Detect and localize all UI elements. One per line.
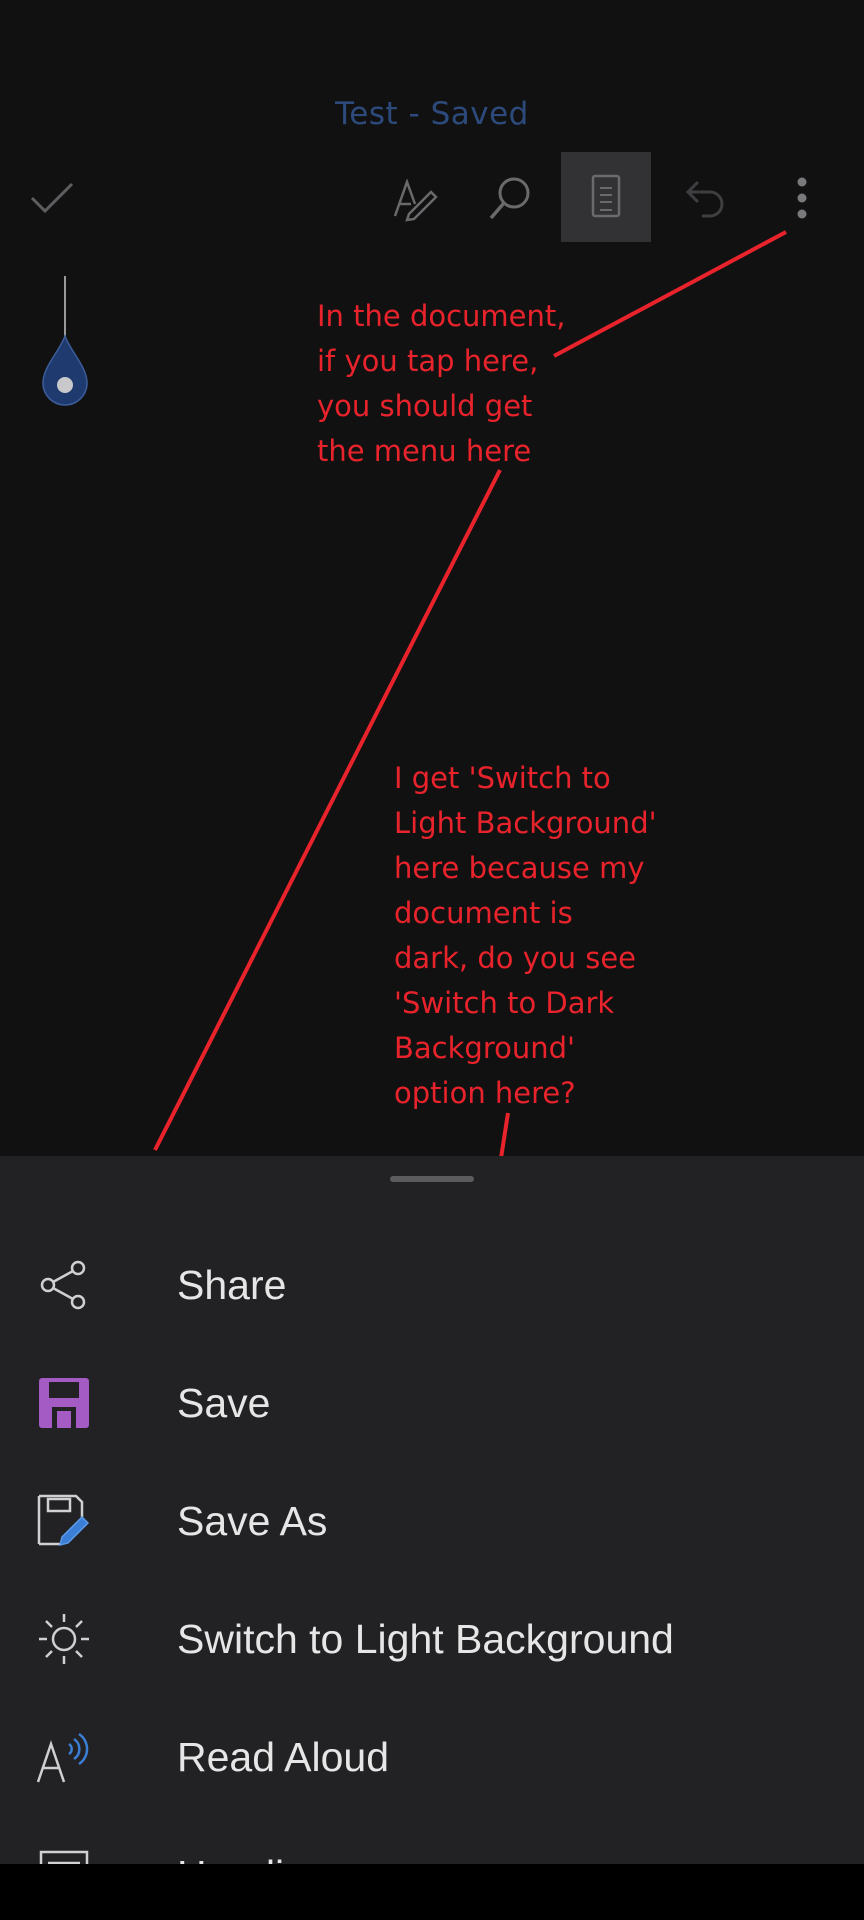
headings-icon [34, 1845, 94, 1864]
menu-item-save[interactable]: Save [0, 1344, 864, 1462]
save-icon [34, 1373, 94, 1433]
save-as-icon [34, 1491, 94, 1551]
menu-label-save-as: Save As [177, 1497, 328, 1544]
menu-label-switch-background: Switch to Light Background [177, 1615, 674, 1662]
annotation-line-2 [153, 469, 502, 1151]
annotation-line-1 [553, 230, 787, 358]
menu-label-save: Save [177, 1379, 271, 1426]
menu-item-share[interactable]: Share [0, 1226, 864, 1344]
menu-item-save-as[interactable]: Save As [0, 1462, 864, 1580]
sun-icon [34, 1609, 94, 1669]
read-aloud-icon [34, 1727, 94, 1787]
sheet-drag-handle[interactable] [390, 1176, 474, 1182]
bottom-sheet-menu: Share Save Save As Switch to Light Backg… [0, 1156, 864, 1864]
menu-list: Share Save Save As Switch to Light Backg… [0, 1226, 864, 1864]
system-navigation-bar [0, 1864, 864, 1920]
menu-label-headings: Headings [177, 1852, 350, 1865]
menu-item-switch-background[interactable]: Switch to Light Background [0, 1580, 864, 1698]
menu-label-share: Share [177, 1261, 287, 1308]
menu-item-headings[interactable]: Headings [0, 1816, 864, 1864]
menu-label-read-aloud: Read Aloud [177, 1733, 390, 1780]
share-icon [34, 1255, 94, 1315]
menu-item-read-aloud[interactable]: Read Aloud [0, 1698, 864, 1816]
